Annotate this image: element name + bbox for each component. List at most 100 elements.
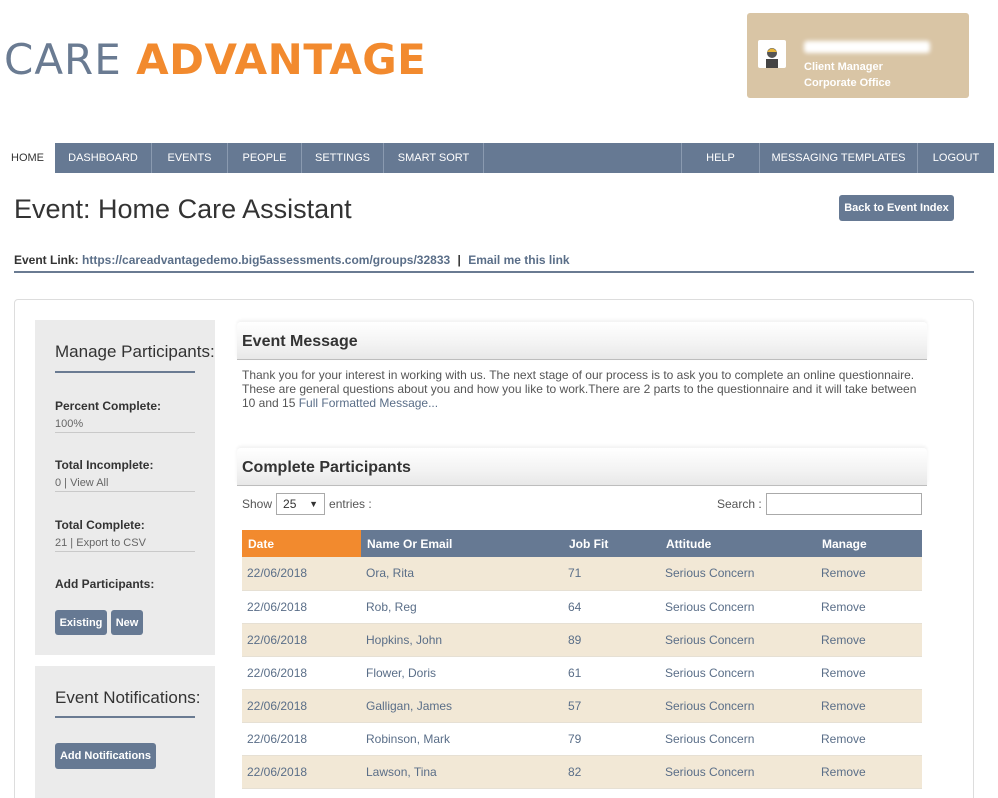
nav-logout[interactable]: LOGOUT (918, 143, 994, 173)
user-office: Corporate Office (804, 77, 891, 89)
remove-link[interactable]: Remove (821, 566, 866, 580)
column-header-attitude[interactable]: Attitude (660, 530, 816, 557)
event-notifications-title: Event Notifications: (55, 688, 201, 707)
event-link-separator: | (457, 253, 461, 267)
manage-participants-box: Manage Participants: Percent Complete: 1… (35, 320, 215, 655)
cell-date: 22/06/2018 (242, 557, 361, 591)
cell-manage: Remove (816, 590, 922, 624)
event-notifications-box: Event Notifications: Add Notifications (35, 666, 215, 798)
participant-name-link[interactable]: Lawson, Tina (366, 765, 437, 779)
search-input[interactable] (765, 493, 922, 515)
remove-link[interactable]: Remove (821, 633, 866, 647)
user-role: Client Manager (804, 61, 883, 73)
export-csv-link[interactable]: Export to CSV (76, 537, 146, 549)
page-size-select[interactable]: 25 ▼ (276, 493, 326, 515)
cell-manage: Remove (816, 623, 922, 657)
table-row: 22/06/2018 Flower, Doris 61 Serious Conc… (242, 656, 922, 690)
page-size-control: Show 25 ▼ entries : (242, 493, 372, 515)
nav-help[interactable]: HELP (682, 143, 760, 173)
cell-date: 22/06/2018 (242, 722, 361, 756)
cell-name: Hopkins, John (361, 623, 563, 657)
add-participants-label: Add Participants: (55, 577, 155, 591)
page-title: Event: Home Care Assistant (14, 194, 352, 224)
email-link[interactable]: Email me this link (468, 253, 569, 267)
cell-job-fit: 71 (563, 557, 660, 591)
cell-attitude: Serious Concern (660, 755, 816, 789)
nav-people[interactable]: PEOPLE (228, 143, 302, 173)
remove-link[interactable]: Remove (821, 666, 866, 680)
participant-name-link[interactable]: Galligan, James (366, 699, 452, 713)
search-label: Search : (717, 497, 762, 511)
total-incomplete-value: 0 | View All (55, 477, 195, 492)
event-message-heading: Event Message (242, 333, 358, 350)
cell-date: 22/06/2018 (242, 689, 361, 723)
participant-name-link[interactable]: Hopkins, John (366, 633, 442, 647)
nav-settings[interactable]: SETTINGS (302, 143, 384, 173)
cell-job-fit: 57 (563, 689, 660, 723)
event-link-url[interactable]: https://careadvantagedemo.big5assessment… (82, 253, 450, 267)
brand-logo[interactable]: CARE ADVANTAGE (4, 38, 426, 82)
new-participant-button[interactable]: New (111, 610, 143, 635)
manage-title-rule (55, 371, 195, 373)
participant-name-link[interactable]: Ora, Rita (366, 566, 414, 580)
complete-count: 21 (55, 537, 68, 549)
cell-job-fit: 61 (563, 656, 660, 690)
add-notifications-button[interactable]: Add Notifications (55, 743, 156, 769)
nav-home[interactable]: HOME (0, 143, 55, 173)
participant-name-link[interactable]: Flower, Doris (366, 666, 436, 680)
brand-word-advantage: ADVANTAGE (136, 35, 427, 84)
percent-complete-text: 100% (55, 418, 84, 430)
complete-participants-header: Complete Participants (237, 448, 927, 486)
full-message-link[interactable]: Full Formatted Message... (299, 396, 438, 410)
entries-label: entries : (329, 497, 372, 511)
user-name-redacted (804, 41, 930, 53)
nav-events[interactable]: EVENTS (152, 143, 228, 173)
column-header-job-fit[interactable]: Job Fit (563, 530, 660, 557)
remove-link[interactable]: Remove (821, 732, 866, 746)
cell-name: Galligan, James (361, 689, 563, 723)
cell-attitude: Serious Concern (660, 656, 816, 690)
nav-dashboard[interactable]: DASHBOARD (55, 143, 152, 173)
remove-link[interactable]: Remove (821, 699, 866, 713)
cell-attitude: Serious Concern (660, 590, 816, 624)
notifications-title-rule (55, 716, 195, 718)
table-row: 22/06/2018 Rob, Reg 64 Serious Concern R… (242, 590, 922, 624)
table-row: 22/06/2018 Ora, Rita 71 Serious Concern … (242, 557, 922, 591)
cell-manage: Remove (816, 557, 922, 591)
cell-name: Ora, Rita (361, 557, 563, 591)
column-header-manage[interactable]: Manage (816, 530, 922, 557)
event-link-row: Event Link: https://careadvantagedemo.bi… (14, 253, 974, 273)
event-message-header: Event Message (237, 322, 927, 360)
cell-job-fit: 79 (563, 722, 660, 756)
remove-link[interactable]: Remove (821, 600, 866, 614)
main-nav: HOME DASHBOARD EVENTS PEOPLE SETTINGS SM… (0, 143, 994, 173)
percent-complete-value: 100% (55, 418, 195, 433)
cell-manage: Remove (816, 722, 922, 756)
back-to-event-index-button[interactable]: Back to Event Index (839, 195, 954, 221)
user-details: Client Manager Corporate Office (804, 59, 891, 91)
nav-smart-sort[interactable]: SMART SORT (384, 143, 484, 173)
brand-word-care: CARE (4, 35, 122, 84)
cell-attitude: Serious Concern (660, 722, 816, 756)
column-header-date[interactable]: Date (242, 530, 361, 557)
existing-participants-button[interactable]: Existing (55, 610, 107, 635)
cell-name: Robinson, Mark (361, 722, 563, 756)
cell-job-fit: 82 (563, 755, 660, 789)
user-card[interactable]: Client Manager Corporate Office (747, 13, 969, 98)
participant-name-link[interactable]: Rob, Reg (366, 600, 417, 614)
cell-attitude: Serious Concern (660, 689, 816, 723)
incomplete-count: 0 (55, 477, 62, 489)
remove-link[interactable]: Remove (821, 765, 866, 779)
cell-manage: Remove (816, 689, 922, 723)
participants-table: Date Name Or Email Job Fit Attitude Mana… (242, 530, 922, 789)
manage-participants-title: Manage Participants: (55, 342, 215, 361)
cell-name: Lawson, Tina (361, 755, 563, 789)
nav-spacer (484, 143, 682, 173)
participant-name-link[interactable]: Robinson, Mark (366, 732, 450, 746)
column-header-name[interactable]: Name Or Email (361, 530, 563, 557)
nav-messaging-templates[interactable]: MESSAGING TEMPLATES (760, 143, 918, 173)
event-message-body: Thank you for your interest in working w… (242, 368, 926, 410)
view-all-link[interactable]: View All (70, 477, 108, 489)
cell-date: 22/06/2018 (242, 656, 361, 690)
total-complete-label: Total Complete: (55, 518, 145, 532)
